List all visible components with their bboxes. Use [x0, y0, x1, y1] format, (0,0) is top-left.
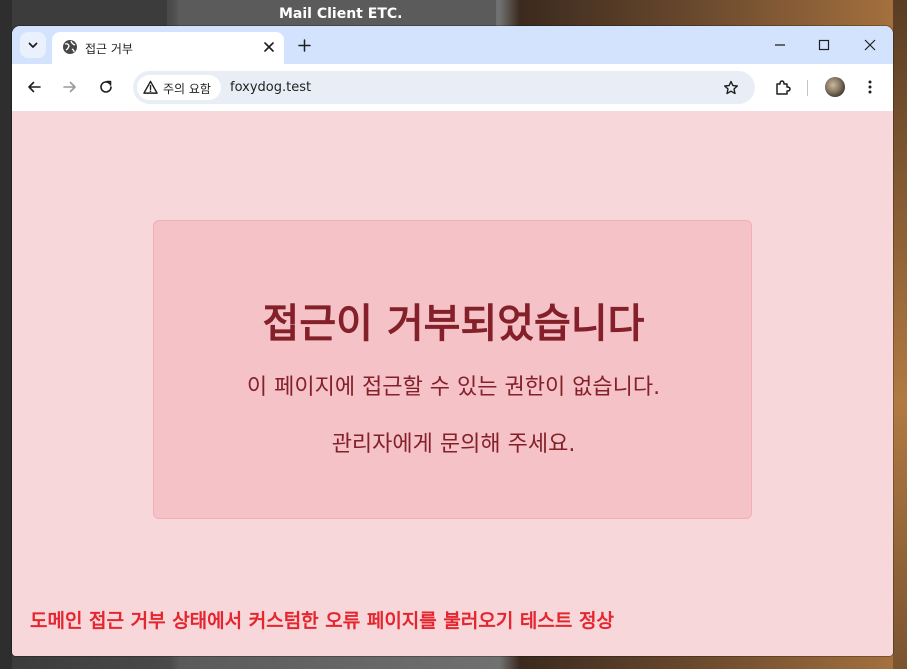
- reload-icon: [100, 80, 112, 93]
- extensions-button[interactable]: [771, 76, 793, 98]
- url-text[interactable]: foxydog.test: [230, 80, 311, 95]
- desktop-right-edge: [893, 0, 907, 669]
- close-window-button[interactable]: [860, 35, 880, 55]
- background-window: [0, 0, 167, 26]
- tab-strip: 접근 거부: [12, 26, 893, 64]
- close-icon: [864, 39, 876, 51]
- more-vertical-icon: [868, 80, 872, 94]
- back-button[interactable]: [23, 76, 45, 98]
- maximize-button[interactable]: [814, 35, 834, 55]
- tab-close-button[interactable]: [260, 38, 278, 56]
- menu-button[interactable]: [859, 76, 881, 98]
- tab-title: 접근 거부: [85, 42, 133, 56]
- background-window-title: Mail Client ETC.: [279, 6, 403, 22]
- arrow-right-icon: [63, 81, 76, 93]
- toolbar-separator: [807, 80, 808, 96]
- error-message: 이 페이지에 접근할 수 있는 권한이 없습니다.: [246, 375, 661, 400]
- chevron-down-icon: [28, 42, 38, 48]
- page-content: 접근이 거부되었습니다 이 페이지에 접근할 수 있는 권한이 없습니다. 관리…: [12, 111, 893, 656]
- star-icon: [724, 80, 738, 95]
- bookmark-button[interactable]: [721, 78, 741, 98]
- new-tab-button[interactable]: [294, 35, 314, 55]
- profile-avatar[interactable]: [825, 77, 845, 97]
- maximize-icon: [818, 39, 830, 51]
- puzzle-icon: [775, 79, 791, 95]
- contact-message: 관리자에게 문의해 주세요.: [331, 432, 576, 457]
- security-warning-chip[interactable]: 주의 요함: [137, 75, 221, 100]
- forward-button[interactable]: [59, 76, 81, 98]
- security-chip-label: 주의 요함: [163, 82, 211, 96]
- close-icon: [264, 42, 274, 52]
- globe-icon: [63, 40, 77, 54]
- page-title: 접근이 거부되었습니다: [262, 301, 645, 347]
- error-card: 접근이 거부되었습니다 이 페이지에 접근할 수 있는 권한이 없습니다. 관리…: [153, 220, 752, 519]
- browser-toolbar: 주의 요함 foxydog.test: [12, 64, 893, 111]
- minimize-icon: [775, 44, 785, 46]
- arrow-left-icon: [28, 81, 41, 93]
- tab-active[interactable]: 접근 거부: [52, 32, 284, 64]
- test-note: 도메인 접근 거부 상태에서 커스텀한 오류 페이지를 불러오기 테스트 정상: [30, 610, 614, 632]
- warning-icon: [143, 80, 158, 94]
- reload-button[interactable]: [95, 76, 117, 98]
- browser-window: 접근 거부 주의 요함 foxydog.test 접근이 거부되었습니다 이 페…: [12, 26, 893, 656]
- desktop-left-edge: [0, 0, 12, 669]
- address-bar[interactable]: 주의 요함 foxydog.test: [133, 71, 755, 104]
- minimize-button[interactable]: [770, 35, 790, 55]
- tab-search-button[interactable]: [20, 32, 46, 58]
- plus-icon: [297, 38, 311, 52]
